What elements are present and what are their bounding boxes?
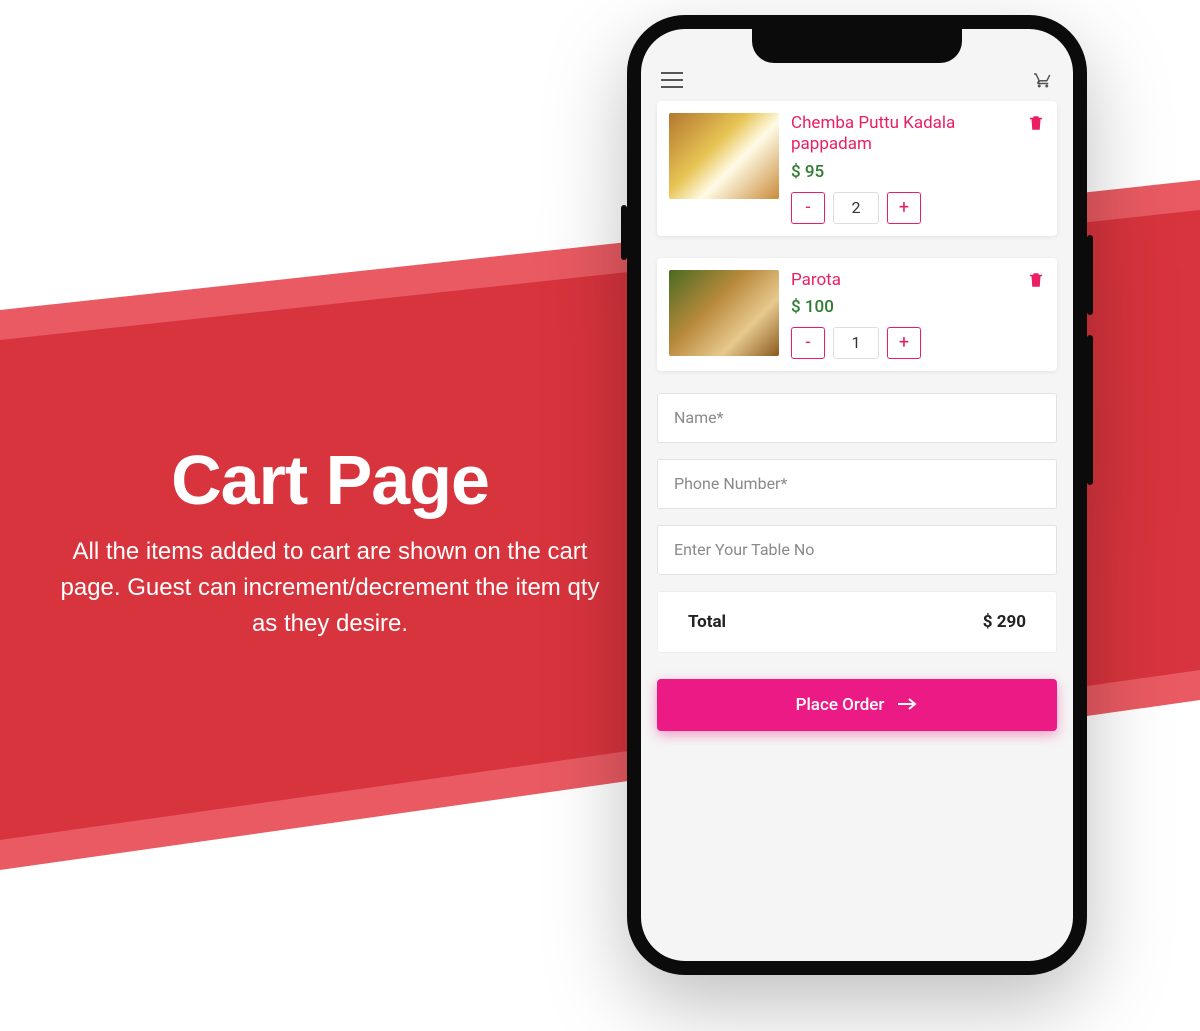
item-thumbnail (669, 270, 779, 356)
menu-icon[interactable] (661, 72, 683, 92)
phone-field[interactable]: Phone Number* (657, 459, 1057, 509)
item-price: $ 100 (791, 297, 1045, 317)
total-row: Total $ 290 (657, 591, 1057, 653)
phone-frame: Chemba Puttu Kadala pappadam $ 95 - 2 + (627, 15, 1087, 975)
app-topbar (657, 73, 1057, 101)
phone-side-button (621, 205, 627, 260)
qty-decrement-button[interactable]: - (791, 327, 825, 359)
item-thumbnail (669, 113, 779, 199)
arrow-right-icon (898, 695, 918, 715)
cart-item: Parota $ 100 - 1 + (657, 258, 1057, 371)
item-name: Chemba Puttu Kadala pappadam (791, 113, 1045, 156)
phone-mockup: Chemba Puttu Kadala pappadam $ 95 - 2 + (627, 15, 1087, 975)
promo-title: Cart Page (60, 440, 600, 520)
qty-value: 1 (833, 327, 879, 359)
qty-increment-button[interactable]: + (887, 192, 921, 224)
place-order-button[interactable]: Place Order (657, 679, 1057, 731)
promo-description: All the items added to cart are shown on… (60, 534, 600, 642)
item-price: $ 95 (791, 162, 1045, 182)
qty-decrement-button[interactable]: - (791, 192, 825, 224)
qty-increment-button[interactable]: + (887, 327, 921, 359)
quantity-stepper: - 1 + (791, 327, 1045, 359)
cart-item: Chemba Puttu Kadala pappadam $ 95 - 2 + (657, 101, 1057, 236)
trash-icon[interactable] (1027, 270, 1045, 294)
quantity-stepper: - 2 + (791, 192, 1045, 224)
promo-block: Cart Page All the items added to cart ar… (60, 440, 600, 642)
item-name: Parota (791, 270, 1045, 291)
name-field[interactable]: Name* (657, 393, 1057, 443)
item-body: Parota $ 100 - 1 + (791, 270, 1045, 359)
cart-app: Chemba Puttu Kadala pappadam $ 95 - 2 + (641, 29, 1073, 747)
cart-icon[interactable] (1033, 71, 1053, 93)
item-body: Chemba Puttu Kadala pappadam $ 95 - 2 + (791, 113, 1045, 224)
place-order-label: Place Order (796, 695, 885, 715)
total-value: $ 290 (983, 612, 1026, 632)
phone-notch (752, 29, 962, 63)
trash-icon[interactable] (1027, 113, 1045, 137)
phone-screen: Chemba Puttu Kadala pappadam $ 95 - 2 + (641, 29, 1073, 961)
total-label: Total (688, 612, 726, 632)
qty-value: 2 (833, 192, 879, 224)
table-field[interactable]: Enter Your Table No (657, 525, 1057, 575)
